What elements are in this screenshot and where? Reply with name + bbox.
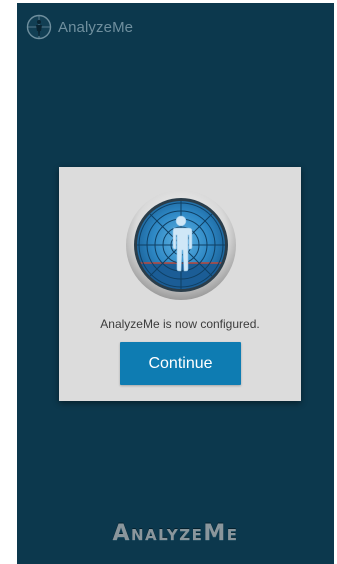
- analyzeme-app-icon: [26, 14, 52, 40]
- app-title: AnalyzeMe: [58, 18, 134, 36]
- app-bar: AnalyzeMe: [26, 14, 133, 40]
- continue-button[interactable]: Continue: [120, 342, 241, 385]
- app-screen: AnalyzeMe AnalyzeMe is now configured. C…: [17, 3, 334, 564]
- configured-message: AnalyzeMe is now configured.: [100, 317, 260, 331]
- footer-logo: AnalyzeMe: [112, 521, 239, 546]
- body-scan-radar-icon: [126, 190, 236, 300]
- configured-dialog: AnalyzeMe is now configured. Continue: [59, 167, 301, 401]
